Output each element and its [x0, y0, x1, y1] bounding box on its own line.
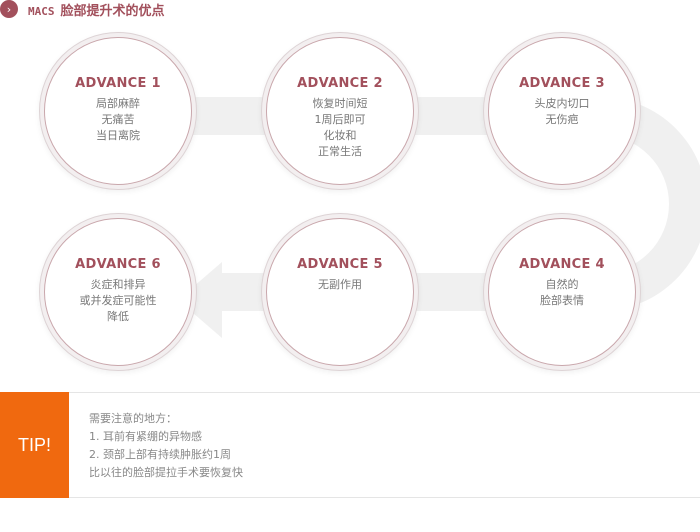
advance-1-line-1: 局部麻醉	[96, 97, 140, 110]
advance-3-line-1: 头皮内切口	[534, 97, 590, 110]
advance-1-title: ADVANCE 1	[75, 76, 161, 91]
advance-2-line-4: 正常生活	[318, 145, 362, 158]
advance-1-line-2: 无痛苦	[101, 113, 135, 126]
tip-footer: 比以往的脸部提拉手术要恢复快	[89, 466, 243, 479]
advance-2-line-1: 恢复时间短	[312, 97, 368, 110]
advance-1-line-3: 当日离院	[96, 129, 140, 142]
advance-6-line-1: 炎症和排异	[90, 278, 146, 291]
advance-5-title: ADVANCE 5	[297, 257, 383, 272]
advance-1-circle: ADVANCE 1 局部麻醉 无痛苦 当日离院	[44, 37, 192, 185]
advance-5-line-1: 无副作用	[318, 278, 362, 291]
advance-6-line-2: 或并发症可能性	[79, 294, 157, 307]
tip-heading: 需要注意的地方：	[89, 412, 177, 425]
advance-6-line-3: 降低	[107, 310, 129, 323]
advance-4-circle: ADVANCE 4 自然的 脸部表情	[488, 218, 636, 366]
advance-2-line-3: 化妆和	[323, 129, 357, 142]
tip-label: TIP!	[0, 392, 69, 498]
advance-6-title: ADVANCE 6	[75, 257, 161, 272]
advance-2-line-2: 1周后即可	[314, 113, 366, 126]
advance-4-line-2: 脸部表情	[540, 294, 584, 307]
tip-content: 需要注意的地方： 1. 耳前有紧绷的异物感 2. 颈部上部有持续肿胀约1周 比以…	[89, 410, 243, 482]
tip-box: TIP! 需要注意的地方： 1. 耳前有紧绷的异物感 2. 颈部上部有持续肿胀约…	[0, 392, 700, 498]
advance-4-title: ADVANCE 4	[519, 257, 605, 272]
advance-2-circle: ADVANCE 2 恢复时间短 1周后即可 化妆和 正常生活	[266, 37, 414, 185]
advance-2-title: ADVANCE 2	[297, 76, 383, 91]
advance-3-line-2: 无伤疤	[545, 113, 579, 126]
tip-item-1: 1. 耳前有紧绷的异物感	[89, 430, 202, 443]
advance-3-title: ADVANCE 3	[519, 76, 605, 91]
tip-item-2: 2. 颈部上部有持续肿胀约1周	[89, 448, 231, 461]
advance-6-circle: ADVANCE 6 炎症和排异 或并发症可能性 降低	[44, 218, 192, 366]
advance-5-circle: ADVANCE 5 无副作用	[266, 218, 414, 366]
advance-4-line-1: 自然的	[545, 278, 579, 291]
advance-3-circle: ADVANCE 3 头皮内切口 无伤疤	[488, 37, 636, 185]
